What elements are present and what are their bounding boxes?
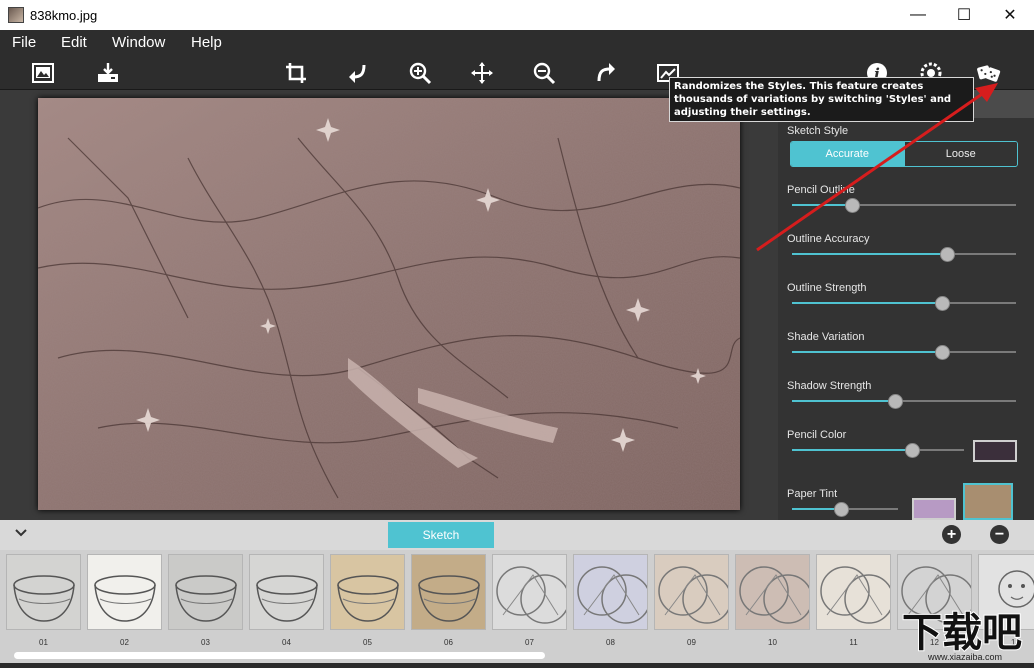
sketch-image bbox=[38, 98, 740, 510]
sketch-style-toggle: Accurate Loose bbox=[790, 141, 1018, 167]
outline-strength-slider[interactable] bbox=[792, 296, 1016, 311]
preset-thumbnail[interactable] bbox=[6, 554, 81, 630]
paper-tint-slider[interactable] bbox=[792, 502, 898, 517]
sketch-canvas[interactable] bbox=[38, 98, 740, 510]
preset-thumbnail[interactable] bbox=[411, 554, 486, 630]
preset-number: 10 bbox=[768, 638, 777, 647]
zoom-in-icon[interactable] bbox=[406, 59, 434, 87]
slider-label: Pencil Outline bbox=[787, 184, 855, 196]
tab-sketch[interactable]: Sketch bbox=[388, 522, 494, 548]
preset-number: 08 bbox=[606, 638, 615, 647]
randomize-dice-icon[interactable] bbox=[975, 59, 1003, 87]
pencil-color-swatch[interactable] bbox=[973, 440, 1017, 462]
save-icon[interactable] bbox=[94, 59, 122, 87]
preset-number: 06 bbox=[444, 638, 453, 647]
add-preset-button[interactable]: + bbox=[942, 525, 961, 544]
settings-panel: Sketch Style Accurate Loose Pencil Outli… bbox=[778, 90, 1034, 520]
slider-label: Outline Strength bbox=[787, 282, 867, 294]
preset-thumbnail[interactable] bbox=[735, 554, 810, 630]
preset-thumbnail[interactable] bbox=[654, 554, 729, 630]
redo-icon[interactable] bbox=[592, 59, 620, 87]
shadow-strength-slider[interactable] bbox=[792, 394, 1016, 409]
paper-tint-swatch[interactable] bbox=[912, 498, 956, 520]
pencil-color-slider[interactable] bbox=[792, 443, 964, 458]
slider-knob[interactable] bbox=[935, 296, 950, 311]
undo-icon[interactable] bbox=[344, 59, 372, 87]
menu-bar: File Edit Window Help bbox=[0, 30, 1034, 56]
preset-thumbnail[interactable] bbox=[87, 554, 162, 630]
collapse-chevron-icon[interactable] bbox=[14, 526, 28, 545]
preset-number: 04 bbox=[282, 638, 291, 647]
title-bar: 838kmo.jpg — ☐ ✕ bbox=[0, 0, 1034, 30]
slider-label: Outline Accuracy bbox=[787, 233, 870, 245]
watermark-url: www.xiazaiba.com bbox=[927, 652, 1002, 662]
slider-label: Pencil Color bbox=[787, 429, 847, 441]
menu-edit[interactable]: Edit bbox=[61, 34, 87, 51]
slider-label: Shadow Strength bbox=[787, 380, 872, 392]
slider-knob[interactable] bbox=[905, 443, 920, 458]
style-loose-button[interactable]: Loose bbox=[903, 142, 1017, 166]
preset-number: 11 bbox=[849, 638, 858, 647]
zoom-out-icon[interactable] bbox=[530, 59, 558, 87]
preset-number: 07 bbox=[525, 638, 534, 647]
menu-help[interactable]: Help bbox=[191, 34, 222, 51]
close-button[interactable]: ✕ bbox=[987, 0, 1033, 30]
style-accurate-button[interactable]: Accurate bbox=[791, 142, 904, 166]
slider-knob[interactable] bbox=[845, 198, 860, 213]
menu-window[interactable]: Window bbox=[112, 34, 165, 51]
preset-thumbnail[interactable] bbox=[168, 554, 243, 630]
remove-preset-button[interactable]: − bbox=[990, 525, 1009, 544]
slider-knob[interactable] bbox=[888, 394, 903, 409]
app-icon bbox=[8, 7, 24, 23]
slider-label: Shade Variation bbox=[787, 331, 865, 343]
preset-number: 03 bbox=[201, 638, 210, 647]
preset-number: 05 bbox=[363, 638, 372, 647]
workspace bbox=[0, 90, 778, 520]
crop-icon[interactable] bbox=[282, 59, 310, 87]
preset-thumbnail[interactable] bbox=[330, 554, 405, 630]
move-icon[interactable] bbox=[468, 59, 496, 87]
slider-knob[interactable] bbox=[834, 502, 849, 517]
slider-label: Paper Tint bbox=[787, 488, 838, 500]
preset-number: 02 bbox=[120, 638, 129, 647]
preset-thumbnail[interactable] bbox=[249, 554, 324, 630]
window-title: 838kmo.jpg bbox=[30, 8, 98, 23]
paper-texture-swatch[interactable] bbox=[963, 483, 1013, 520]
maximize-button[interactable]: ☐ bbox=[941, 0, 987, 30]
preset-thumbnail[interactable] bbox=[492, 554, 567, 630]
watermark-text: 下载吧 bbox=[902, 610, 1022, 656]
menu-file[interactable]: File bbox=[12, 34, 36, 51]
preset-number: 01 bbox=[39, 638, 48, 647]
minimize-button[interactable]: — bbox=[895, 0, 941, 30]
sketch-style-label: Sketch Style bbox=[787, 125, 849, 137]
slider-knob[interactable] bbox=[935, 345, 950, 360]
slider-knob[interactable] bbox=[940, 247, 955, 262]
open-image-icon[interactable] bbox=[29, 59, 57, 87]
preset-thumbnail[interactable] bbox=[816, 554, 891, 630]
preset-bar: Sketch + − bbox=[0, 520, 1034, 550]
watermark-logo: 下载吧 www.xiazaiba.com bbox=[898, 604, 1034, 663]
preset-number: 09 bbox=[687, 638, 696, 647]
randomize-tooltip: Randomizes the Styles. This feature crea… bbox=[669, 77, 974, 122]
preset-thumbnail[interactable] bbox=[573, 554, 648, 630]
horizontal-scrollbar[interactable] bbox=[14, 652, 545, 659]
shade-variation-slider[interactable] bbox=[792, 345, 1016, 360]
preset-strip: 01 02 03 04 05 06 07 08 09 10 11 12 13 bbox=[0, 550, 1034, 663]
pencil-outline-slider[interactable] bbox=[792, 198, 1016, 213]
outline-accuracy-slider[interactable] bbox=[792, 247, 1016, 262]
